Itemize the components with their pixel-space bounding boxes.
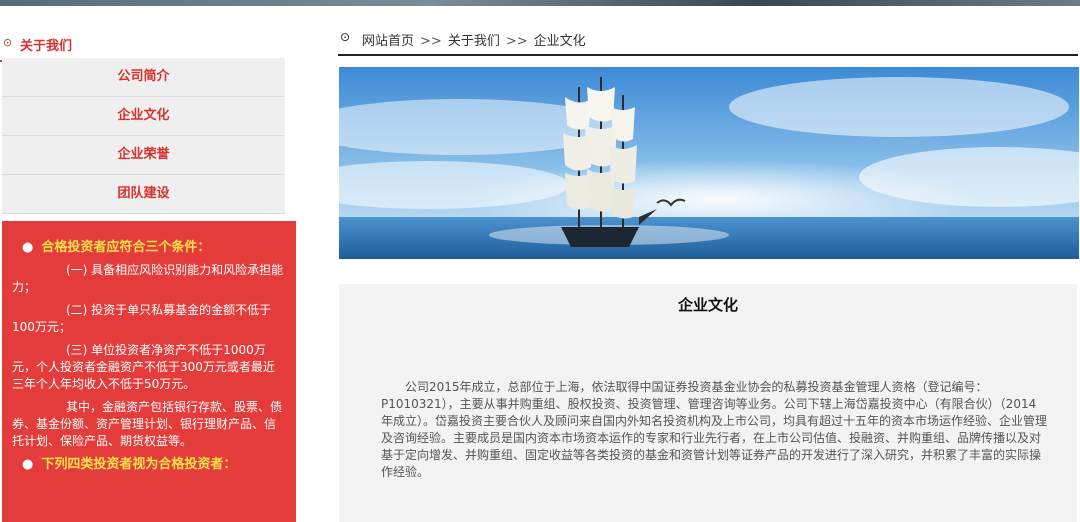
breadcrumb-current: 企业文化 xyxy=(533,34,586,49)
sidebar-item-corporate-culture[interactable]: 企业文化 xyxy=(2,97,285,136)
sidebar-item-team[interactable]: 团队建设 xyxy=(2,175,285,214)
notice-heading: ● 下列四类投资者视为合格投资者： xyxy=(22,457,237,472)
notice-heading: ● 合格投资者应符合三个条件： xyxy=(22,240,211,255)
sidebar-menu: 公司简介 企业文化 企业荣誉 团队建设 xyxy=(2,58,285,214)
notice-paragraph: (三) 单位投资者净资产不低于1000万元，个人投资者金融资产不低于300万元或… xyxy=(12,343,275,391)
investor-notice-box: ● 合格投资者应符合三个条件： (一) 具备相应风险识别能力和风险承担能力； (二… xyxy=(2,221,296,522)
breadcrumb-about-link[interactable]: 关于我们 xyxy=(448,34,500,49)
sidebar-item-honors[interactable]: 企业荣誉 xyxy=(2,136,285,175)
breadcrumb-home-link[interactable]: 网站首页 xyxy=(362,34,414,49)
breadcrumb: ⊙ 网站首页 >> 关于我们 >> 企业文化 xyxy=(338,24,1078,56)
sidebar-title: 关于我们 xyxy=(20,39,73,54)
banner-image xyxy=(339,67,1079,259)
notice-paragraph: (二) 投资于单只私募基金的金额不低于100万元； xyxy=(12,303,272,334)
notice-heading-text: 下列四类投资者视为合格投资者： xyxy=(41,457,237,472)
article-title: 企业文化 xyxy=(677,296,738,314)
sidebar-item-company-profile[interactable]: 公司简介 xyxy=(2,58,285,97)
notice-paragraph: 其中，金融资产包括银行存款、股票、债券、基金份额、资产管理计划、银行理财产品、信… xyxy=(12,400,283,448)
breadcrumb-separator: >> xyxy=(420,34,442,49)
target-icon: ⊙ xyxy=(3,36,13,49)
target-icon: ⊙ xyxy=(340,30,351,44)
article-panel: 企业文化 公司2015年成立，总部位于上海，依法取得中国证券投资基金业协会的私募… xyxy=(339,284,1077,522)
notice-paragraph: (一) 具备相应风险识别能力和风险承担能力； xyxy=(12,263,284,294)
breadcrumb-separator: >> xyxy=(505,34,528,49)
article-body: 公司2015年成立，总部位于上海，依法取得中国证券投资基金业协会的私募投资基金管… xyxy=(381,380,1048,479)
notice-heading-text: 合格投资者应符合三个条件： xyxy=(41,240,211,255)
